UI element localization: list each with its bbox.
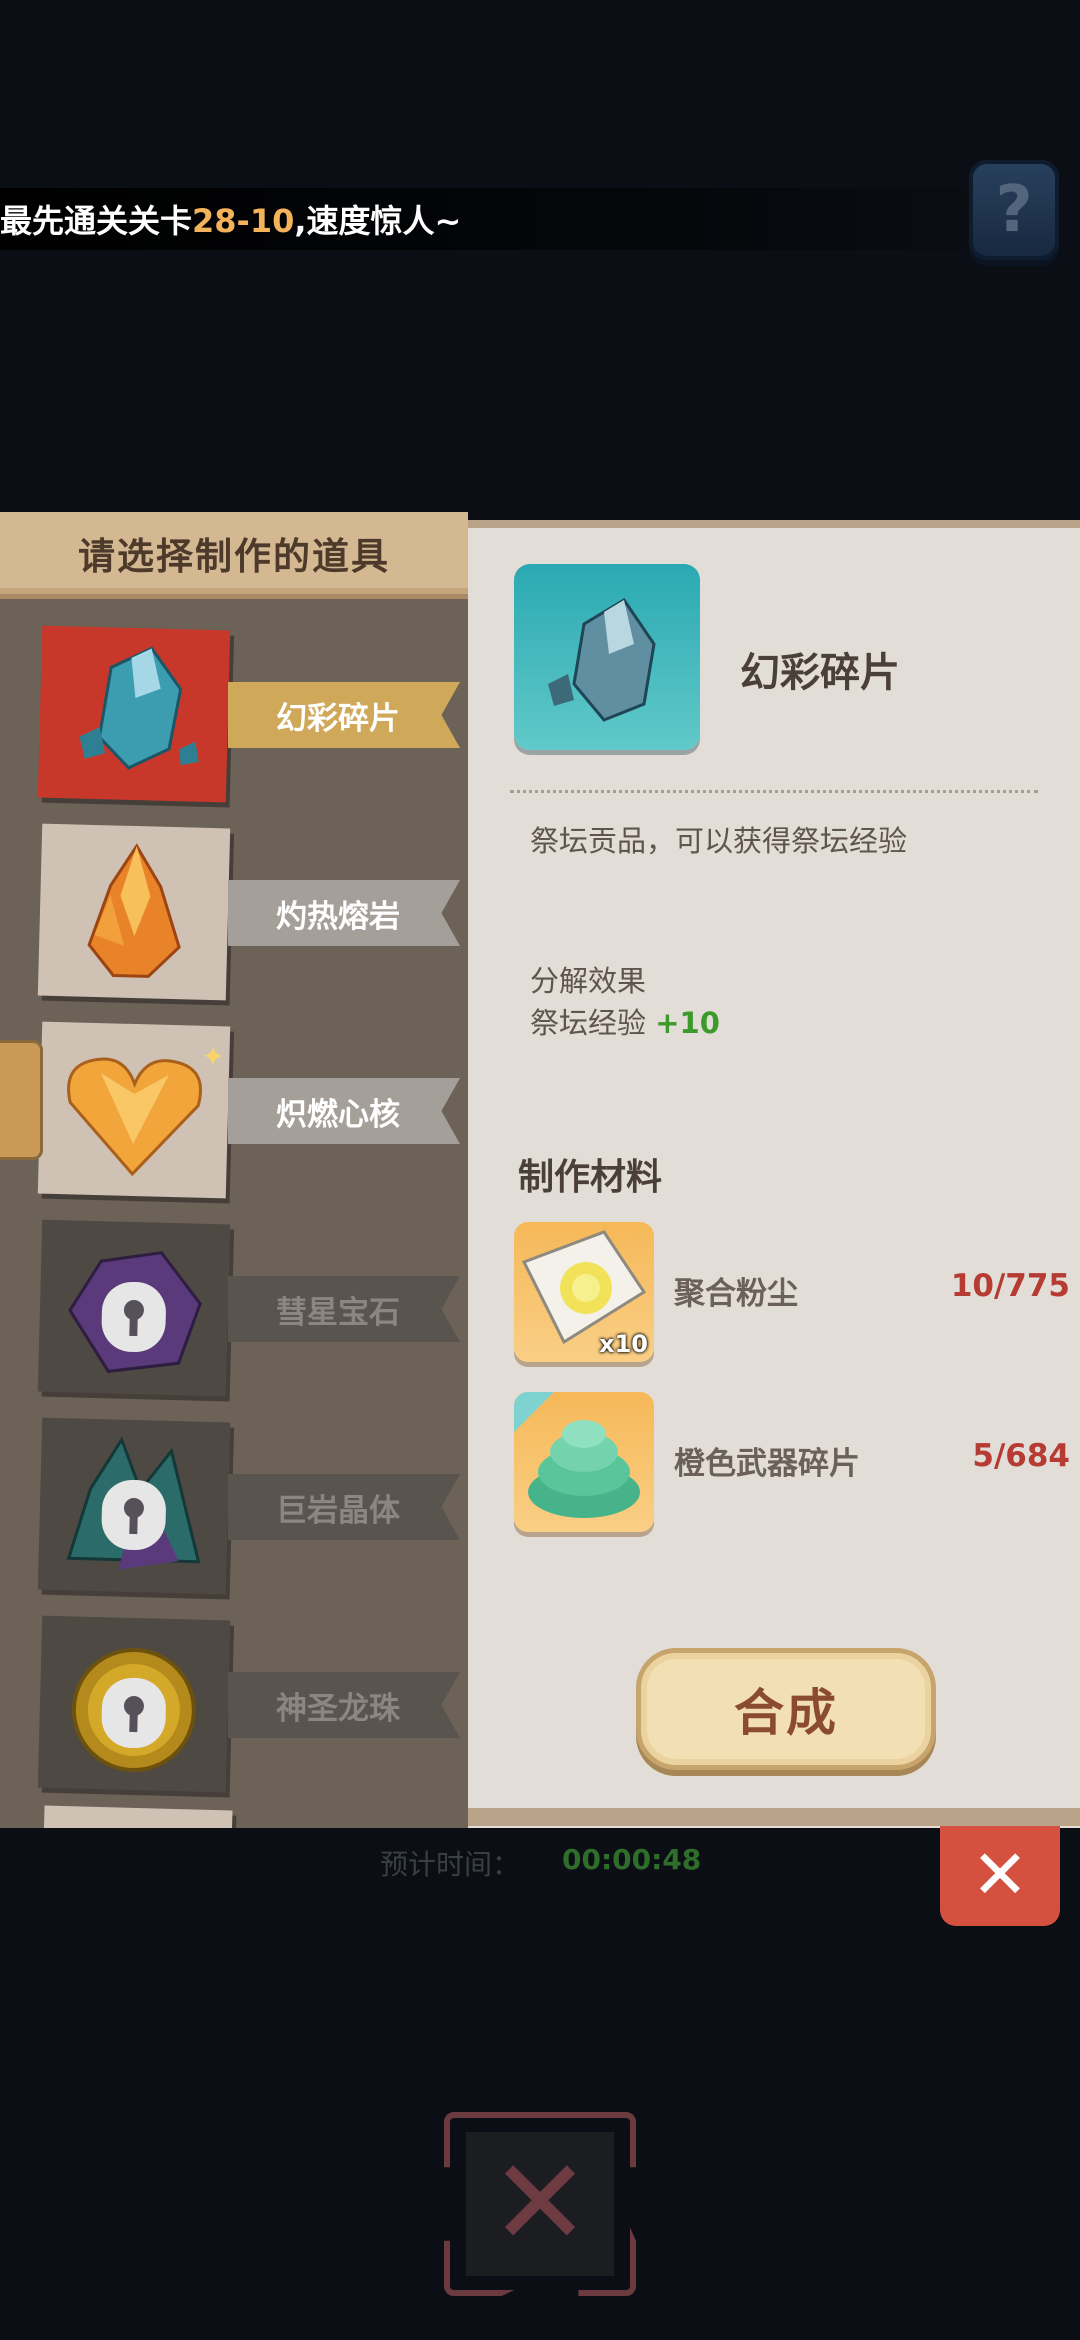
material-name: 橙色武器碎片 bbox=[674, 1446, 860, 1482]
item-tag-lava: 灼热熔岩 bbox=[228, 880, 460, 946]
close-icon: ✕ bbox=[971, 1836, 1029, 1915]
announcement-text: 最先通关关卡28-10,速度惊人~ bbox=[0, 196, 461, 242]
panel-bottom-edge bbox=[468, 1808, 1080, 1826]
item-label: 彗星宝石 bbox=[276, 1294, 400, 1331]
item-select-panel: 请选择制作的道具 幻彩碎片 灼热熔岩 ✦ 炽燃心核 彗星宝石 巨岩晶体 神圣龙珠 bbox=[0, 512, 468, 1828]
item-detail-panel: 幻彩碎片 祭坛贡品，可以获得祭坛经验 分解效果 祭坛经验 +10 制作材料 x1… bbox=[468, 520, 1080, 1828]
svg-text:✦: ✦ bbox=[201, 1040, 225, 1074]
item-tag-rock-crystal: 巨岩晶体 bbox=[228, 1474, 460, 1540]
lava-crystal-icon bbox=[37, 823, 231, 1001]
announcement-marquee: 最先通关关卡28-10,速度惊人~ bbox=[0, 188, 985, 250]
material-count: 10/775 bbox=[950, 1268, 1070, 1304]
selection-pointer bbox=[468, 1146, 488, 1194]
item-tag-comet-gem: 彗星宝石 bbox=[228, 1276, 460, 1342]
bottom-close-button[interactable]: ✕ bbox=[444, 2112, 636, 2296]
estimate-time-label: 预计时间： bbox=[380, 1848, 521, 1881]
selected-item-name: 幻彩碎片 bbox=[740, 650, 900, 696]
dragon-orb-icon bbox=[37, 1615, 231, 1793]
item-row-comet-gem[interactable]: 彗星宝石 bbox=[0, 1210, 468, 1400]
item-card-partial bbox=[43, 1805, 233, 1828]
close-icon-container: ✕ bbox=[466, 2132, 614, 2276]
decompose-title: 分解效果 bbox=[530, 964, 647, 998]
item-label: 神圣龙珠 bbox=[276, 1690, 400, 1727]
question-icon: ? bbox=[995, 173, 1033, 247]
crystal-shards-icon bbox=[37, 625, 231, 803]
material-qty-badge: x10 bbox=[599, 1330, 648, 1358]
item-tag-crystal-shards: 幻彩碎片 bbox=[228, 682, 460, 748]
weapon-shards-icon bbox=[514, 1392, 654, 1532]
item-label: 巨岩晶体 bbox=[276, 1492, 400, 1529]
item-label: 灼热熔岩 bbox=[276, 898, 400, 935]
crystal-shards-large-icon bbox=[514, 564, 700, 750]
craft-button[interactable]: 合成 bbox=[636, 1648, 936, 1770]
material-row[interactable]: x10 聚合粉尘 10/775 bbox=[514, 1222, 1070, 1364]
dust-icon: x10 bbox=[514, 1222, 654, 1362]
announcement-suffix: ,速度惊人~ bbox=[294, 202, 462, 240]
announcement-prefix: 最先通关关卡 bbox=[0, 202, 193, 240]
side-tab-handle[interactable] bbox=[0, 1040, 43, 1160]
divider bbox=[510, 790, 1038, 793]
material-name: 聚合粉尘 bbox=[674, 1276, 798, 1312]
material-count: 5/684 bbox=[972, 1438, 1070, 1474]
materials-title: 制作材料 bbox=[518, 1157, 663, 1198]
announcement-stage: 28-10 bbox=[192, 202, 295, 240]
item-label: 炽燃心核 bbox=[276, 1096, 400, 1133]
item-tag-heart-core: 炽燃心核 bbox=[228, 1078, 460, 1144]
item-row-heart-core[interactable]: ✦ 炽燃心核 bbox=[0, 1012, 468, 1202]
item-row-lava[interactable]: 灼热熔岩 bbox=[0, 814, 468, 1004]
item-row-dragon-orb[interactable]: 神圣龙珠 bbox=[0, 1606, 468, 1796]
estimate-time-value: 00:00:48 bbox=[562, 1843, 702, 1876]
material-row[interactable]: 橙色武器碎片 5/684 bbox=[514, 1392, 1070, 1534]
item-label: 幻彩碎片 bbox=[276, 700, 400, 737]
item-select-header: 请选择制作的道具 bbox=[0, 512, 468, 599]
close-panel-button[interactable]: ✕ bbox=[940, 1826, 1060, 1926]
item-description: 祭坛贡品，可以获得祭坛经验 bbox=[530, 824, 908, 858]
heart-core-icon: ✦ bbox=[37, 1021, 231, 1199]
close-icon: ✕ bbox=[489, 2134, 591, 2273]
comet-gem-icon bbox=[37, 1219, 231, 1397]
rock-crystal-icon bbox=[37, 1417, 231, 1595]
item-select-title: 请选择制作的道具 bbox=[78, 535, 390, 578]
decompose-effect: 祭坛经验 +10 bbox=[530, 1000, 720, 1042]
item-row-crystal-shards[interactable]: 幻彩碎片 bbox=[0, 616, 468, 806]
decompose-label: 祭坛经验 bbox=[530, 1006, 647, 1040]
decompose-value: +10 bbox=[655, 1006, 720, 1040]
craft-button-label: 合成 bbox=[734, 1684, 838, 1742]
item-tag-dragon-orb: 神圣龙珠 bbox=[228, 1672, 460, 1738]
help-button[interactable]: ? bbox=[969, 160, 1059, 260]
item-row-rock-crystal[interactable]: 巨岩晶体 bbox=[0, 1408, 468, 1598]
